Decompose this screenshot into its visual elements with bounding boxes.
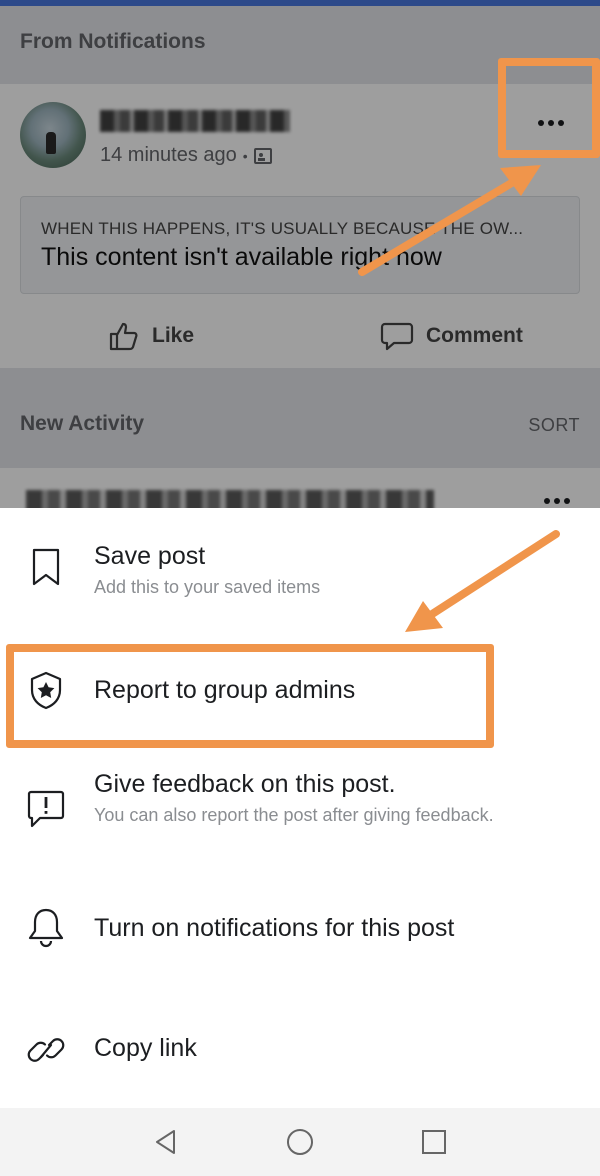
back-triangle-icon[interactable]	[150, 1126, 182, 1158]
bell-icon	[28, 908, 64, 948]
post-options-sheet: Save post Add this to your saved items R…	[0, 508, 600, 1108]
highlight-box-report	[6, 644, 494, 748]
menu-item-subtitle: Add this to your saved items	[94, 577, 321, 597]
menu-item-save-post[interactable]: Save post Add this to your saved items	[0, 508, 600, 628]
menu-item-title: Copy link	[94, 1034, 197, 1062]
menu-item-turn-on-notifications[interactable]: Turn on notifications for this post	[0, 888, 600, 978]
link-icon	[27, 1038, 65, 1062]
recent-apps-square-icon[interactable]	[418, 1126, 450, 1158]
menu-item-title: Give feedback on this post.	[94, 770, 396, 798]
menu-item-give-feedback[interactable]: Give feedback on this post. You can also…	[0, 758, 600, 868]
system-navigation-bar	[0, 1108, 600, 1176]
menu-item-title: Turn on notifications for this post	[94, 914, 455, 942]
feedback-exclamation-icon	[27, 790, 65, 828]
highlight-box-more-options	[498, 58, 600, 158]
menu-item-copy-link[interactable]: Copy link	[0, 1008, 600, 1098]
menu-item-subtitle: You can also report the post after givin…	[94, 805, 494, 825]
home-circle-icon[interactable]	[284, 1126, 316, 1158]
bookmark-icon	[32, 548, 60, 586]
menu-item-title: Save post	[94, 542, 206, 570]
